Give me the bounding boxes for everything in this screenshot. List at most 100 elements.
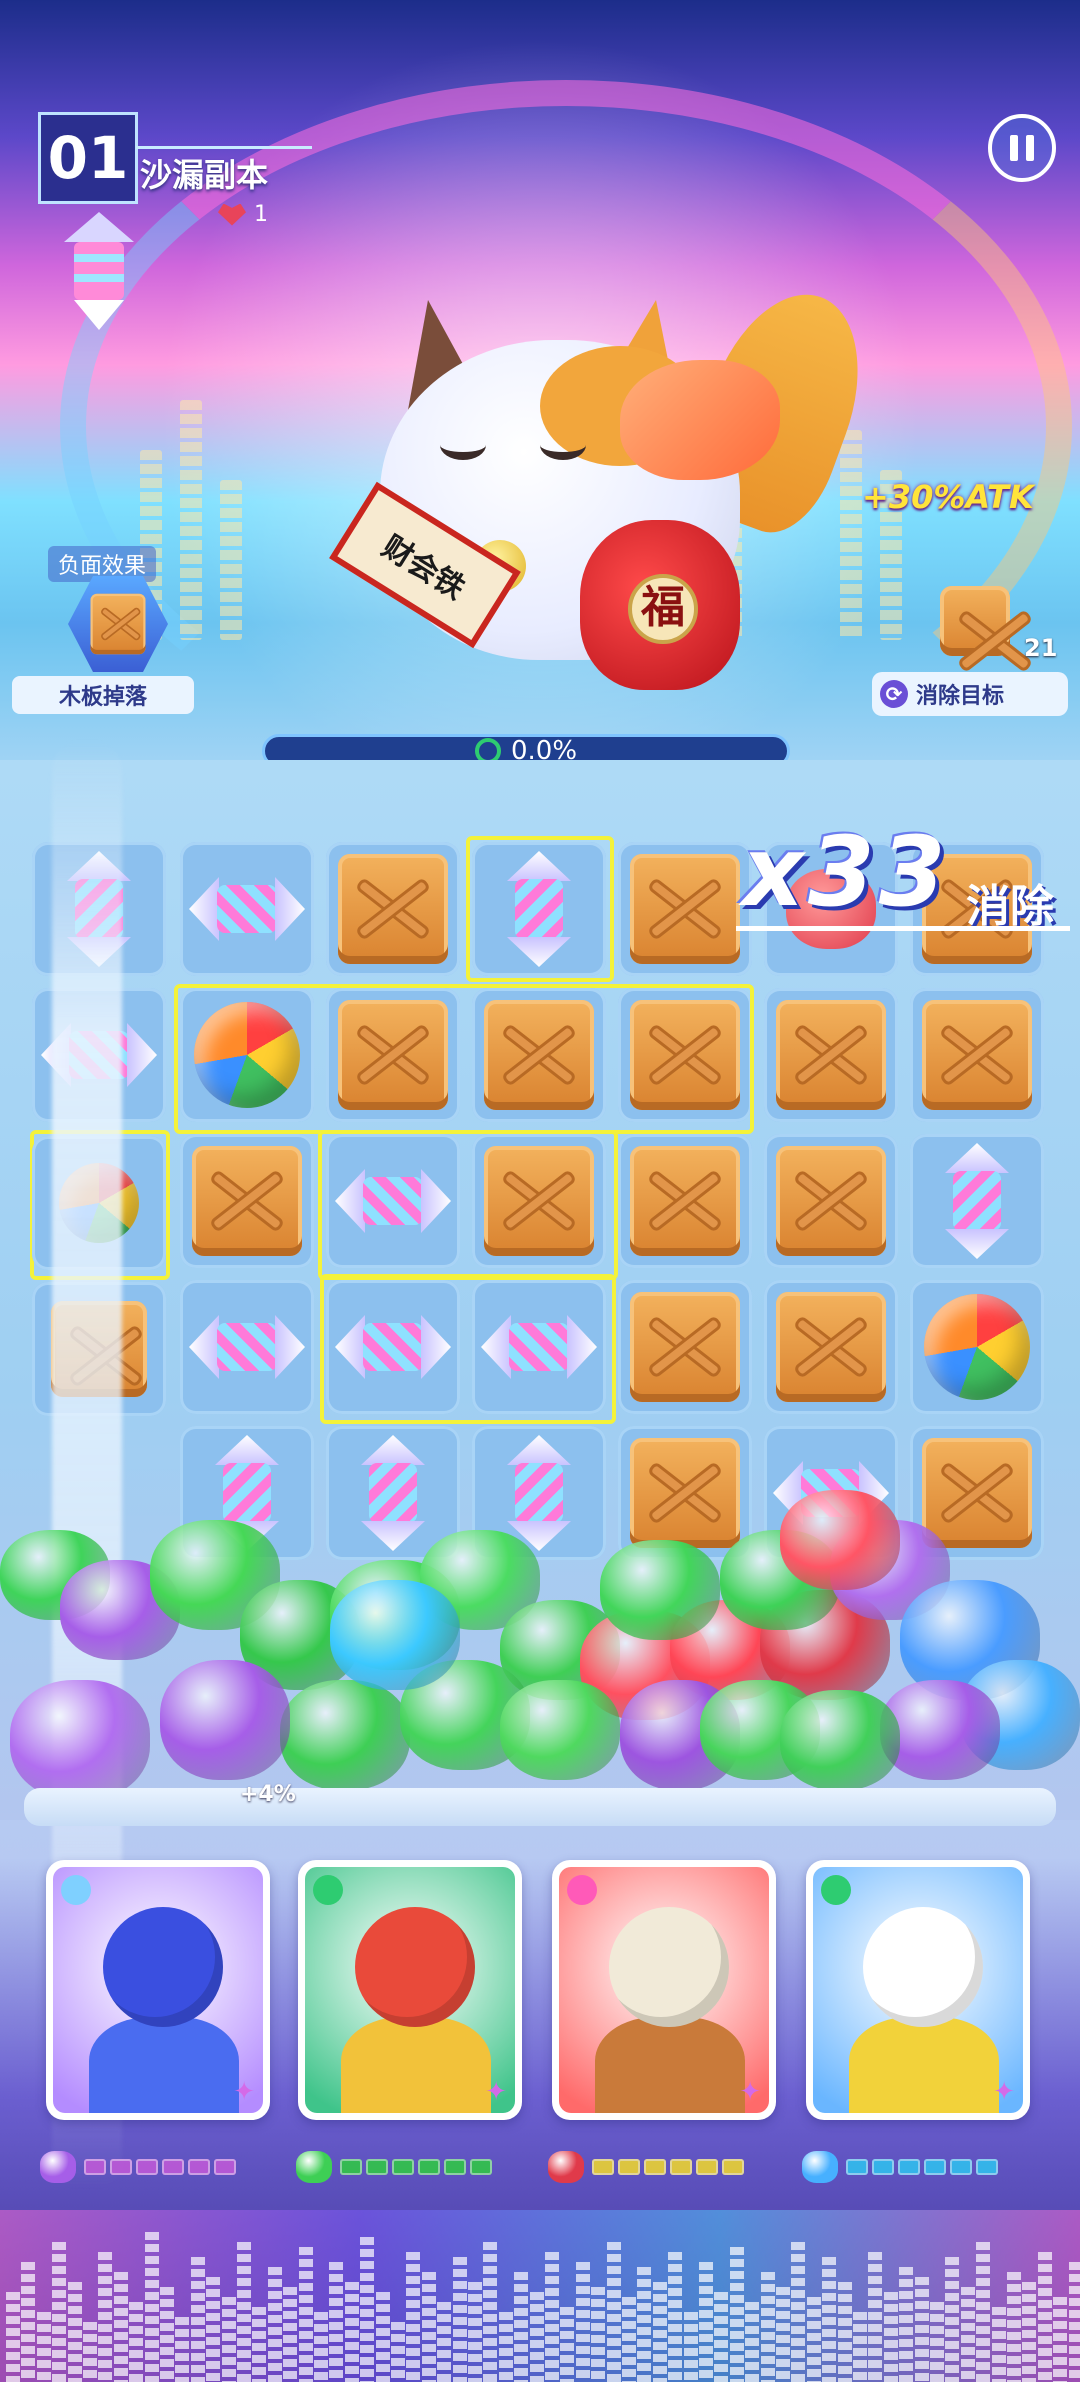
selection-outline: [174, 984, 754, 1134]
lives-counter: 1: [218, 202, 268, 227]
target-count: 21: [1024, 634, 1058, 662]
heart-icon: [218, 203, 246, 226]
board-cell[interactable]: [764, 1134, 898, 1268]
equalizer-column: [1007, 2272, 1021, 2382]
equalizer-column: [498, 2312, 513, 2382]
equalizer-column: [237, 2242, 251, 2382]
board-cell[interactable]: [910, 1280, 1044, 1414]
attack-bonus: +30%ATK: [862, 478, 1034, 516]
monster-type-icon: [296, 2151, 332, 2183]
monster-type-icon: [548, 2151, 584, 2183]
hero-energy-bar: [40, 2151, 236, 2183]
equalizer-column: [1022, 2282, 1037, 2382]
hero-card-astronaut-hero[interactable]: ✦: [806, 1860, 1030, 2120]
board-cell[interactable]: [910, 988, 1044, 1122]
energy-segment: [214, 2159, 236, 2175]
board-cell[interactable]: [618, 1426, 752, 1560]
equalizer-column: [267, 2267, 282, 2382]
crate-icon: [630, 854, 740, 964]
negative-effect-name: 木板掉落: [12, 676, 194, 714]
board-cell[interactable]: [180, 842, 314, 976]
crate-icon: [776, 1146, 886, 1256]
equalizer-column: [344, 2282, 359, 2382]
crate-icon: [338, 854, 448, 964]
selection-outline: [318, 1130, 618, 1280]
equalizer-column: [729, 2247, 744, 2382]
equalizer-column: [129, 2302, 144, 2382]
energy-segment: [84, 2159, 106, 2175]
energy-segment: [136, 2159, 158, 2175]
energy-segment: [470, 2159, 492, 2175]
board-cell[interactable]: [618, 1134, 752, 1268]
equalizer-column: [314, 2312, 328, 2382]
equalizer-column: [298, 2247, 313, 2382]
hero-energy-bar: [296, 2151, 492, 2183]
level-title: 沙漏副本: [140, 156, 269, 194]
hero-head: [355, 1907, 475, 2027]
star-icon: ✦: [485, 2077, 507, 2107]
crate-icon: [630, 1146, 740, 1256]
equalizer-column: [6, 2292, 20, 2382]
crate-icon: [192, 1146, 302, 1256]
crate-icon: [922, 1438, 1032, 1548]
equalizer-column: [699, 2262, 713, 2382]
blue-monster-icon: [330, 1580, 460, 1690]
hero-card-caveman-hero[interactable]: ✦: [552, 1860, 776, 2120]
equalizer-column: [822, 2257, 837, 2382]
hero-head: [609, 1907, 729, 2027]
board-cell[interactable]: [910, 1134, 1044, 1268]
rocket-horizontal-icon: [189, 1309, 305, 1385]
equalizer-column: [776, 2287, 790, 2382]
equalizer-column: [1068, 2262, 1080, 2382]
energy-segment: [392, 2159, 414, 2175]
equalizer-column: [360, 2237, 375, 2382]
board-cell[interactable]: [618, 1280, 752, 1414]
equalizer-column: [206, 2277, 221, 2382]
pause-button[interactable]: [988, 114, 1056, 182]
equalizer-column: [283, 2287, 298, 2382]
equalizer-column: [252, 2307, 267, 2382]
equalizer-column: [406, 2252, 421, 2382]
hero-card-lightning-hero[interactable]: ✦: [46, 1860, 270, 2120]
star-icon: ✦: [993, 2077, 1015, 2107]
equalizer-column: [806, 2297, 821, 2382]
equalizer-column: [945, 2257, 960, 2382]
equalizer-bar: [180, 400, 202, 640]
hero-card-opera-hero[interactable]: ✦: [298, 1860, 522, 2120]
board-cell[interactable]: [618, 842, 752, 976]
rocket-horizontal-icon: [189, 871, 305, 947]
equalizer-column: [606, 2242, 621, 2382]
board-cell[interactable]: [764, 1280, 898, 1414]
equalizer-column: [483, 2242, 498, 2382]
board-cell[interactable]: [764, 988, 898, 1122]
equalizer-column: [221, 2297, 236, 2382]
hero-energy-bar: [802, 2151, 998, 2183]
equalizer-column: [52, 2242, 67, 2382]
board-cell[interactable]: [180, 1134, 314, 1268]
selection-outline: [466, 836, 614, 982]
equalizer-column: [1037, 2252, 1052, 2382]
combo-label: 消除: [966, 881, 1054, 932]
combo-multiplier: x33: [742, 816, 950, 928]
equalizer-column: [714, 2292, 729, 2382]
beach-ball-icon: [924, 1294, 1030, 1400]
board-cell[interactable]: [326, 842, 460, 976]
clear-target-button[interactable]: ⟳ 消除目标: [872, 672, 1068, 716]
equalizer-column: [914, 2277, 929, 2382]
equalizer-column: [683, 2312, 698, 2382]
equalizer-column: [175, 2317, 190, 2382]
energy-segment: [924, 2159, 946, 2175]
equalizer-column: [160, 2287, 174, 2382]
energy-segment: [644, 2159, 666, 2175]
refresh-icon: ⟳: [880, 680, 908, 708]
green-monster-icon: [280, 1680, 410, 1790]
equalizer-column: [575, 2262, 590, 2382]
equalizer-column: [791, 2242, 806, 2382]
energy-segment: [618, 2159, 640, 2175]
board-cell[interactable]: [180, 1280, 314, 1414]
rocket-vertical-icon: [355, 1435, 431, 1551]
target-crate-icon: [940, 586, 1010, 656]
level-number: 01: [38, 112, 138, 204]
equalizer-column: [514, 2272, 529, 2382]
level-title-underline: [136, 146, 312, 149]
